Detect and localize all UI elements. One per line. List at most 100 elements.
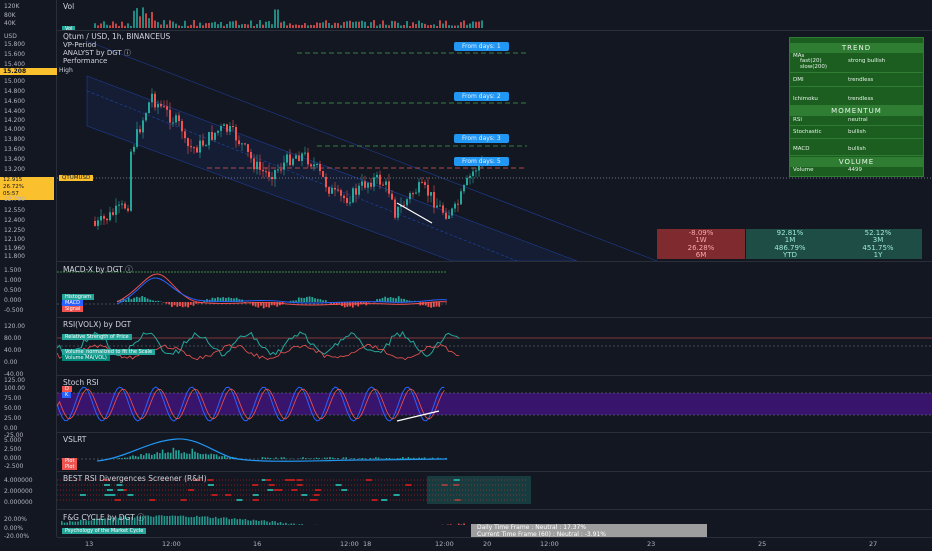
mom-row-stoch: Stochasticbullish	[790, 126, 923, 139]
volume-bar	[460, 22, 462, 28]
candle-body	[178, 115, 180, 121]
vslrt-bar	[345, 457, 347, 459]
vslrt-bar	[335, 458, 337, 459]
volume-bar	[382, 20, 384, 28]
fg-cycle-bar	[199, 517, 201, 525]
price-tick: 13.600	[4, 146, 25, 153]
vslrt-bar	[329, 457, 331, 459]
time-axis[interactable]: 13 12:00 16 12:00 18 12:00 20 12:00 23 2…	[57, 537, 932, 551]
macd-chart	[57, 262, 932, 317]
candle-body	[235, 127, 237, 140]
candle-body	[280, 169, 282, 170]
volume-bar	[175, 24, 177, 28]
vslrt-bar	[224, 456, 226, 459]
candle-body	[160, 104, 162, 106]
fg-cycle-bar	[269, 522, 271, 525]
candle-body	[217, 131, 219, 133]
fg-cycle-bar	[193, 517, 195, 525]
vslrt-bar	[181, 453, 183, 459]
fg-cycle-bar	[293, 524, 295, 525]
macd-histogram-bar	[174, 302, 176, 305]
volume-bar	[169, 20, 171, 28]
indicator-vp-period[interactable]: VP-Period	[63, 41, 170, 49]
macd-histogram-bar	[317, 299, 319, 302]
macd-histogram-bar	[387, 298, 389, 302]
macd-pane[interactable]: MACD-X by DGT ⓘ Histogram MACD Signal	[57, 262, 932, 318]
candle-body	[436, 206, 438, 208]
price-axis[interactable]: 120K 80K 40K USD 15.800 15.600 15.400 15…	[0, 0, 57, 537]
candle-body	[241, 143, 243, 144]
volume-bar	[259, 20, 261, 28]
volume-bar	[451, 26, 453, 28]
volume-bar	[112, 21, 114, 28]
vslrt-bar	[399, 458, 401, 459]
symbol-title[interactable]: Qtum / USD, 1h, BINANCEUS	[63, 33, 170, 41]
vslrt-bar	[308, 458, 310, 459]
volume-bar	[367, 26, 369, 28]
macd-histogram-bar	[311, 297, 313, 302]
candle-body	[169, 110, 171, 123]
indicator-analyst[interactable]: ANALYST by DGT ⓘ	[63, 49, 170, 57]
bestrsi-tick: 0.000000	[4, 499, 33, 506]
bestrsi-signal-mark	[310, 499, 316, 501]
vslrt-pane-title: VSLRT	[63, 435, 86, 444]
volume-pane[interactable]: Vol Vol	[57, 0, 932, 31]
stoch-pane[interactable]: Stoch RSI D K	[57, 376, 932, 433]
candle-body	[283, 163, 285, 170]
macd-histogram-bar	[438, 302, 440, 307]
macd-histogram-bar	[395, 298, 397, 302]
macd-histogram-bar	[352, 302, 354, 308]
volume-bar	[199, 23, 201, 28]
fg-cycle-bar	[282, 524, 284, 525]
volume-bar	[289, 23, 291, 28]
candle-body	[229, 126, 231, 132]
bestrsi-tick: 4.000000	[4, 477, 33, 484]
candle-body	[415, 193, 417, 194]
stoch-tick: 50.00	[4, 405, 21, 412]
candle-body	[94, 221, 96, 226]
vslrt-bar	[189, 454, 191, 459]
candle-body	[358, 186, 360, 195]
volume-pane-title: Vol	[63, 2, 74, 11]
trend-row-value: trendless	[848, 93, 873, 105]
candle-body	[292, 159, 294, 165]
fg-cycle-bar	[196, 516, 198, 525]
fg-cycle-bar	[250, 521, 252, 525]
volume-bar	[208, 23, 210, 28]
vslrt-bar	[397, 458, 399, 459]
bestrsi-signal-mark	[117, 484, 123, 486]
macd-histogram-bar	[301, 298, 303, 302]
volume-bar	[244, 24, 246, 28]
fg-cycle-bar	[218, 519, 220, 525]
volume-bar	[304, 23, 306, 28]
candle-body	[259, 162, 261, 170]
candle-body	[394, 199, 396, 217]
bestrsi-pane[interactable]: BEST RSI Divergences Screener (R&H)	[57, 472, 932, 510]
time-tick: 18	[363, 540, 371, 548]
volume-bar	[229, 21, 231, 28]
indicator-performance[interactable]: Performance	[63, 57, 170, 65]
fg-cycle-bar	[215, 517, 217, 525]
vslrt-pane[interactable]: VSLRT Plot Plot	[57, 433, 932, 472]
volume-bar	[412, 22, 414, 28]
fg-cycle-bar	[164, 516, 166, 525]
bestrsi-signal-mark	[285, 479, 291, 481]
volume-bar	[298, 25, 300, 28]
vslrt-bar	[270, 458, 272, 459]
fg-cycle-bar	[185, 517, 187, 525]
vslrt-bar	[156, 452, 158, 459]
vslrt-tick: -2.500	[4, 463, 23, 470]
volume-bar	[463, 20, 465, 28]
candle-body	[307, 153, 309, 165]
vslrt-bar	[316, 458, 318, 459]
volume-bar	[472, 21, 474, 28]
volume-bar	[106, 25, 108, 28]
vslrt-bar	[267, 458, 269, 459]
fg-cycle-bar	[463, 523, 465, 525]
time-tick: 12:00	[340, 540, 359, 548]
candle-body	[130, 152, 132, 211]
candle-body	[349, 202, 351, 203]
volume-bar	[337, 23, 339, 28]
volume-bar	[187, 26, 189, 28]
rsivolx-pane[interactable]: RSI(VOLX) by DGT Relative Strength of Pr…	[57, 318, 932, 376]
